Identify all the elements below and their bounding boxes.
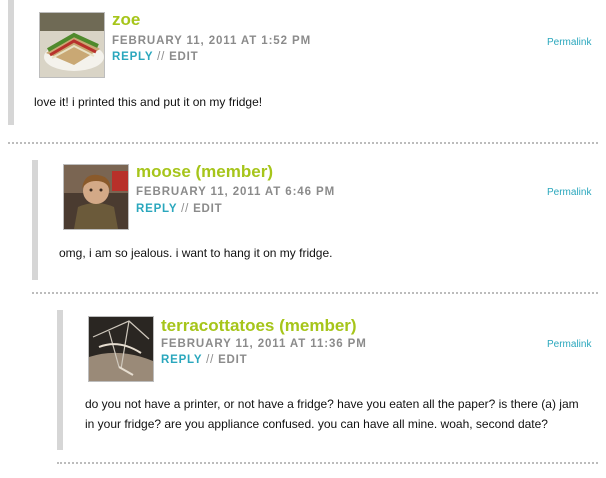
action-separator: // [181, 203, 194, 215]
thread-bar [32, 160, 38, 280]
sandwich-photo-icon [40, 13, 104, 77]
comment-date: FEBRUARY 11, 2011 AT 11:36 PM [161, 338, 367, 350]
comment-actions: REPLY // EDIT [136, 203, 222, 215]
comment-terracottatoes: terracottatoes (member) FEBRUARY 11, 201… [0, 304, 606, 464]
comment-divider [57, 462, 598, 464]
person-photo-icon [64, 165, 128, 229]
action-separator: // [157, 51, 170, 63]
reply-link[interactable]: REPLY [136, 203, 177, 215]
permalink-link[interactable]: Permalink [547, 37, 591, 48]
umbrella-photo-icon [89, 317, 153, 381]
reply-link[interactable]: REPLY [161, 354, 202, 366]
comment-author[interactable]: zoe [112, 10, 140, 30]
comment-moose: moose (member) FEBRUARY 11, 2011 AT 6:46… [0, 152, 606, 282]
permalink-link[interactable]: Permalink [547, 187, 591, 198]
comment-author[interactable]: terracottatoes (member) [161, 316, 357, 336]
permalink-link[interactable]: Permalink [547, 339, 591, 350]
avatar[interactable] [63, 164, 129, 230]
comment-body: love it! i printed this and put it on my… [34, 95, 263, 109]
comment-actions: REPLY // EDIT [161, 354, 247, 366]
avatar[interactable] [88, 316, 154, 382]
edit-link[interactable]: EDIT [218, 354, 247, 366]
edit-link[interactable]: EDIT [193, 203, 222, 215]
reply-link[interactable]: REPLY [112, 51, 153, 63]
comment-divider [8, 142, 598, 144]
edit-link[interactable]: EDIT [169, 51, 198, 63]
thread-bar [57, 310, 63, 450]
avatar[interactable] [39, 12, 105, 78]
comment-actions: REPLY // EDIT [112, 51, 198, 63]
thread-bar [8, 0, 14, 125]
comment-date: FEBRUARY 11, 2011 AT 1:52 PM [112, 35, 312, 47]
comment-date: FEBRUARY 11, 2011 AT 6:46 PM [136, 186, 336, 198]
action-separator: // [206, 354, 219, 366]
comment-author[interactable]: moose (member) [136, 162, 273, 182]
comment-body: omg, i am so jealous. i want to hang it … [59, 246, 333, 260]
comment-divider [32, 292, 598, 294]
comment-zoe: zoe FEBRUARY 11, 2011 AT 1:52 PM REPLY /… [0, 0, 606, 130]
comment-body: do you not have a printer, or not have a… [85, 397, 579, 431]
